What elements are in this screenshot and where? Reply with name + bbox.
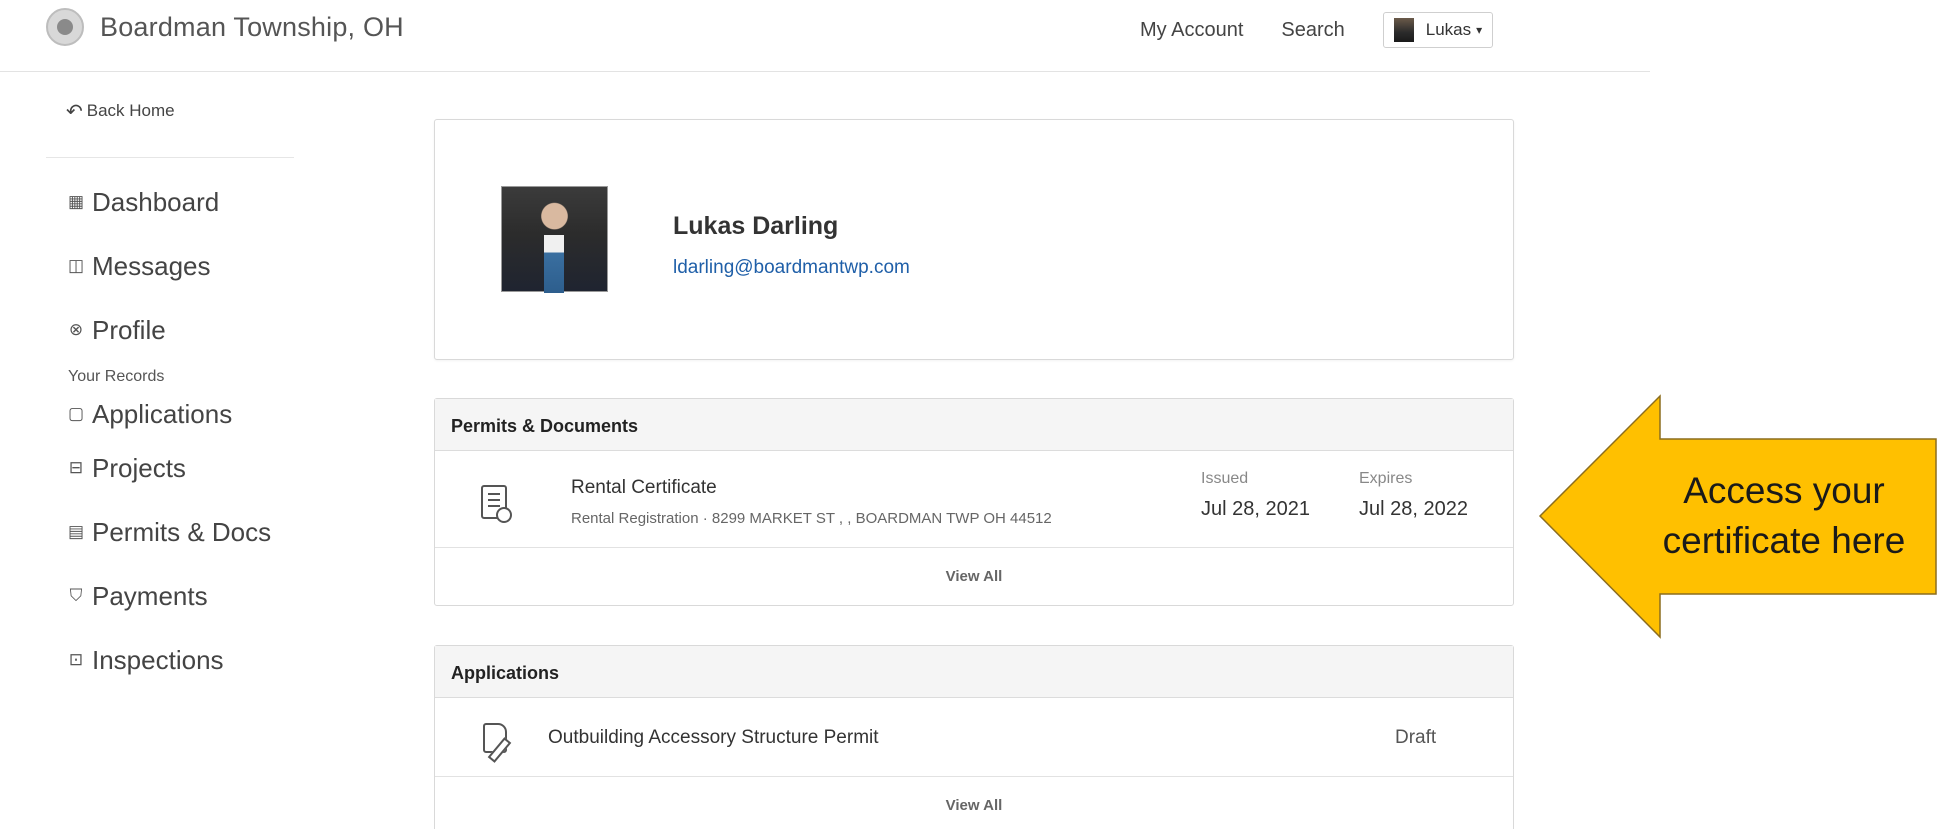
back-arrow-icon: ↶ xyxy=(66,100,83,123)
user-name: Lukas xyxy=(1425,20,1472,39)
sidebar-item-messages[interactable]: ◫ Messages xyxy=(46,234,296,298)
callout-arrow: Access your certificate here xyxy=(1538,394,1938,639)
expires-date: Jul 28, 2022 xyxy=(1359,498,1468,520)
applications-heading: Applications xyxy=(435,646,1513,698)
permits-heading: Permits & Documents xyxy=(435,399,1513,451)
permit-subtitle: Rental Registration · 8299 MARKET ST , ,… xyxy=(571,510,1052,527)
sidebar-item-label: Applications xyxy=(92,398,233,429)
permits-documents-card: Permits & Documents Rental Certificate R… xyxy=(434,398,1514,606)
sidebar-item-profile[interactable]: ⊗ Profile xyxy=(46,298,296,362)
top-nav: My Account Search Lukas ▾ xyxy=(1140,12,1494,48)
brand[interactable]: Boardman Township, OH xyxy=(46,8,404,46)
sidebar-item-label: Messages xyxy=(92,250,211,281)
township-seal-icon xyxy=(46,8,84,46)
user-menu-button[interactable]: Lukas ▾ xyxy=(1382,12,1494,48)
issued-label: Issued xyxy=(1201,470,1249,487)
applications-view-all-link[interactable]: View All xyxy=(435,777,1513,829)
profile-name: Lukas Darling xyxy=(673,212,839,240)
sidebar-item-projects[interactable]: ⊟ Projects xyxy=(46,436,296,500)
profile-icon: ⊗ xyxy=(68,320,84,339)
profile-card: Lukas Darling ldarling@boardmantwp.com xyxy=(434,119,1514,360)
applications-icon: ▢ xyxy=(68,404,85,423)
application-row[interactable]: Outbuilding Accessory Structure Permit D… xyxy=(435,698,1513,777)
site-title: Boardman Township, OH xyxy=(100,11,404,42)
permit-row-rental-certificate[interactable]: Rental Certificate Rental Registration ·… xyxy=(435,451,1513,548)
sidebar-item-payments[interactable]: ⛉ Payments xyxy=(46,564,296,628)
permit-title[interactable]: Rental Certificate xyxy=(571,477,717,499)
top-header: Boardman Township, OH My Account Search … xyxy=(0,0,1650,72)
avatar xyxy=(1393,18,1414,42)
callout-text: Access your certificate here xyxy=(1662,470,1906,561)
edit-document-icon xyxy=(483,723,507,753)
document-settings-icon xyxy=(481,485,512,523)
sidebar-item-label: Profile xyxy=(92,314,166,345)
profile-photo xyxy=(501,186,608,293)
application-title[interactable]: Outbuilding Accessory Structure Permit xyxy=(548,727,879,749)
permits-view-all-link[interactable]: View All xyxy=(435,548,1513,605)
issued-date: Jul 28, 2021 xyxy=(1201,498,1310,520)
profile-email-link[interactable]: ldarling@boardmantwp.com xyxy=(673,257,910,279)
search-link[interactable]: Search xyxy=(1281,16,1344,44)
sidebar: ↶ Back Home ▦ Dashboard ◫ Messages ⊗ Pro… xyxy=(46,95,296,692)
inspections-icon: ⊡ xyxy=(68,650,84,669)
sidebar-item-label: Permits & Docs xyxy=(92,516,272,547)
expires-label: Expires xyxy=(1359,470,1413,487)
messages-icon: ◫ xyxy=(68,256,85,275)
projects-icon: ⊟ xyxy=(68,458,84,477)
sidebar-item-label: Inspections xyxy=(92,644,224,675)
cart-icon: ⛉ xyxy=(69,586,83,605)
sidebar-item-label: Projects xyxy=(92,452,186,483)
back-home-label: Back Home xyxy=(86,101,175,120)
dashboard-icon: ▦ xyxy=(68,192,85,211)
sidebar-item-dashboard[interactable]: ▦ Dashboard xyxy=(46,170,296,234)
sidebar-item-applications[interactable]: ▢ Applications xyxy=(46,392,296,436)
sidebar-item-permits-docs[interactable]: ▤ Permits & Docs xyxy=(46,500,296,564)
sidebar-item-label: Dashboard xyxy=(92,186,220,217)
my-account-link[interactable]: My Account xyxy=(1140,16,1243,44)
sidebar-item-label: Payments xyxy=(92,580,208,611)
your-records-heading: Your Records xyxy=(68,368,165,385)
permits-icon: ▤ xyxy=(68,522,85,541)
chevron-down-icon: ▾ xyxy=(1476,23,1483,37)
applications-card: Applications Outbuilding Accessory Struc… xyxy=(434,645,1514,829)
sidebar-item-inspections[interactable]: ⊡ Inspections xyxy=(46,628,296,692)
application-status: Draft xyxy=(1395,727,1437,748)
back-home-link[interactable]: ↶ Back Home xyxy=(46,95,296,127)
